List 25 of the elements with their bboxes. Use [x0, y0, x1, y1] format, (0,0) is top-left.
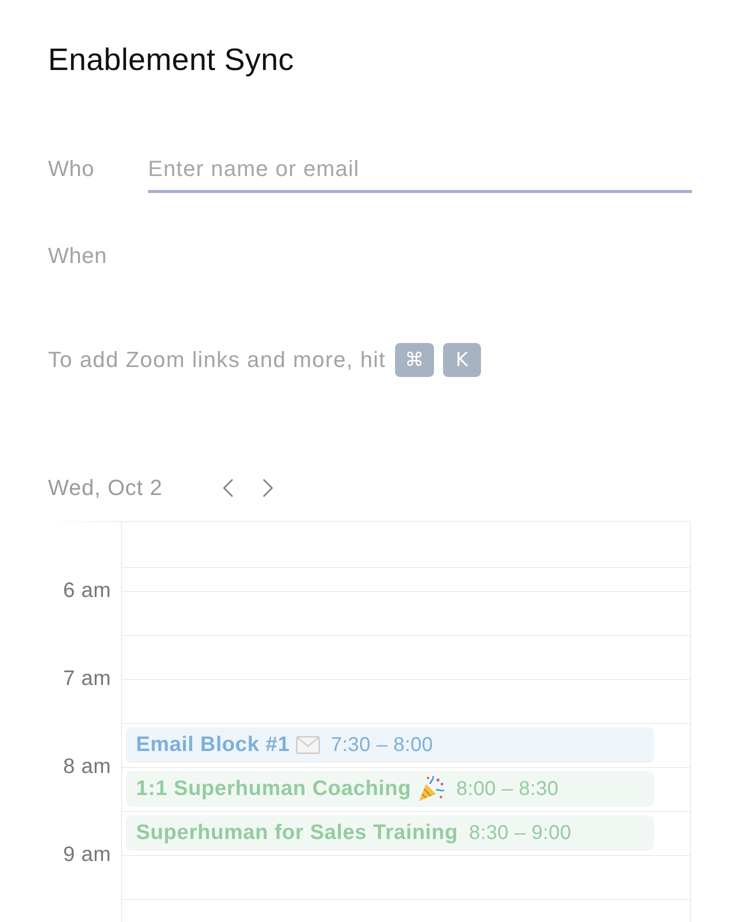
event-time: 8:00 – 8:30 — [456, 777, 559, 801]
hour-label: 6 am — [63, 578, 111, 604]
calendar-event[interactable]: Email Block #1 7:30 – 8:00 — [126, 727, 654, 763]
event-time: 7:30 – 8:00 — [330, 733, 434, 757]
chevron-right-icon — [262, 478, 274, 498]
event-time: 8:30 – 9:00 — [469, 821, 572, 845]
field-label: When — [48, 242, 108, 270]
calendar-event[interactable]: 1:1 Superhuman Coaching 8:00 – 8:30 — [126, 771, 654, 807]
envelope-icon — [296, 736, 320, 754]
chevron-left-icon — [222, 478, 234, 498]
hour-label: 9 am — [63, 842, 111, 868]
event-name: Superhuman for Sales Training — [136, 821, 458, 845]
who-input-field[interactable]: Enter name or email — [148, 148, 692, 193]
date-label: Wed, Oct 2 — [48, 474, 163, 502]
party-popper-icon — [417, 775, 446, 803]
event-name: Email Block #1 — [136, 733, 290, 757]
keyboard-key: ⌘ — [394, 343, 434, 377]
calendar-event[interactable]: Superhuman for Sales Training 8:30 – 9:00 — [126, 815, 654, 851]
keyboard-key: K — [442, 343, 481, 377]
field-label: Who — [48, 155, 94, 183]
shortcut-hint-text: To add Zoom links and more, hit — [48, 347, 386, 373]
event-title: Enablement Sync — [48, 41, 294, 79]
hour-label: 8 am — [63, 754, 111, 780]
hour-label: 7 am — [63, 666, 111, 692]
event-name: 1:1 Superhuman Coaching — [136, 777, 412, 801]
